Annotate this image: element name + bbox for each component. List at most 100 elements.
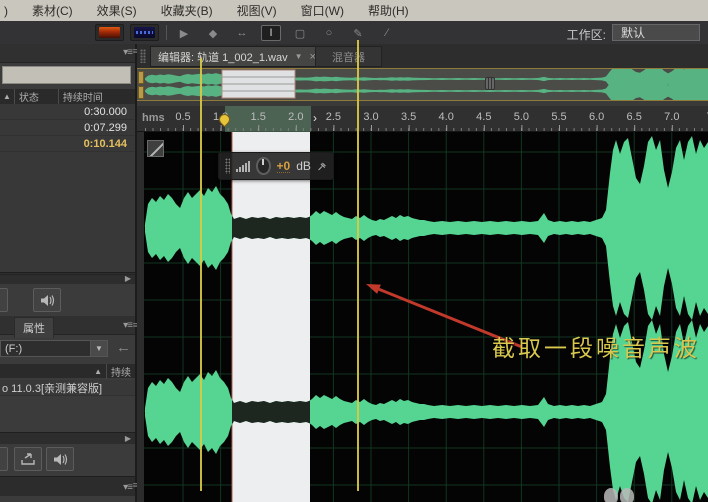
open-folder-icon xyxy=(20,452,36,466)
reveal-file-button[interactable] xyxy=(14,447,42,471)
channel-toggle-button[interactable] xyxy=(147,140,164,157)
properties-list-header: ▲ 持续 xyxy=(0,364,135,378)
ruler-unit: hms xyxy=(142,112,165,124)
gain-value[interactable]: +0 xyxy=(277,160,291,173)
menu-item[interactable]: ) xyxy=(4,4,8,18)
overview-waveform xyxy=(137,69,708,100)
menu-bar: ) 素材(C) 效果(S) 收藏夹(B) 视图(V) 窗口(W) 帮助(H) xyxy=(0,0,708,21)
waveform-view-button[interactable] xyxy=(95,24,124,41)
menu-item[interactable]: 窗口(W) xyxy=(301,2,344,19)
ruler-label: 3.0 xyxy=(363,111,378,123)
annotation-line xyxy=(357,40,359,491)
healing-brush-tool[interactable]: ⁄ xyxy=(377,25,397,41)
files-panel-header: ▾≡ xyxy=(0,44,135,63)
time-stretch-tool[interactable]: ↔ xyxy=(232,25,252,41)
clipped-button[interactable] xyxy=(0,288,8,312)
menu-item[interactable]: 效果(S) xyxy=(97,2,137,19)
menu-item[interactable]: 收藏夹(B) xyxy=(161,2,213,19)
ruler-label: 2.0 xyxy=(288,111,303,123)
column-status[interactable]: 状态 xyxy=(14,89,58,104)
spectral-view-button[interactable] xyxy=(130,24,159,41)
panel-grip-icon[interactable] xyxy=(140,49,146,63)
slip-tool[interactable]: ◆ xyxy=(203,25,223,41)
lasso-selection-tool[interactable]: ○ xyxy=(319,25,339,41)
ruler-label: 4.5 xyxy=(476,111,491,123)
hud-grip-icon[interactable] xyxy=(225,158,230,174)
ruler-label: 6.5 xyxy=(627,111,642,123)
watermark-blob xyxy=(604,488,618,502)
spectral-view-icon xyxy=(134,27,155,38)
gain-hud[interactable]: +0 dB xyxy=(218,152,334,180)
waveform-overview[interactable] xyxy=(137,68,708,101)
chevron-down-icon[interactable]: ▼ xyxy=(295,52,303,61)
tab-editor-label: 编辑器: 轨道 1_002_1.wav xyxy=(158,49,288,65)
pin-icon[interactable] xyxy=(317,160,327,173)
file-row[interactable]: 0:10.144 xyxy=(0,136,135,152)
file-filter-input[interactable] xyxy=(2,66,131,84)
move-tool[interactable]: ▶ xyxy=(174,25,194,41)
ruler-label: 5.5 xyxy=(551,111,566,123)
toolbar: ▶ ◆ ↔ I ▢ ○ ✎ ⁄ 工作区: 默认 xyxy=(0,21,708,44)
chevron-down-icon[interactable]: ▼ xyxy=(90,341,107,356)
properties-hscrollbar[interactable]: ▶ xyxy=(0,432,135,444)
marquee-selection-tool[interactable]: ▢ xyxy=(290,25,310,41)
toolbar-separator xyxy=(166,25,167,40)
menu-item[interactable]: 视图(V) xyxy=(237,2,277,19)
drive-select[interactable]: (F:) ▼ xyxy=(0,340,108,357)
preview-play-button[interactable] xyxy=(46,447,74,471)
files-list-empty xyxy=(0,152,135,272)
clipped-button[interactable] xyxy=(0,447,8,471)
watermark-blob xyxy=(620,488,634,502)
divider xyxy=(0,274,135,275)
tab-mixer[interactable]: 混音器 xyxy=(315,46,382,67)
time-selection-tool[interactable]: I xyxy=(261,25,281,41)
panel-menu-icon[interactable]: ▾≡ xyxy=(123,482,132,493)
overview-drag-handle[interactable] xyxy=(485,77,495,90)
file-row[interactable]: 0:30.000 xyxy=(0,104,135,120)
ruler-label: 4.0 xyxy=(439,111,454,123)
column-duration[interactable]: 持续 xyxy=(106,364,131,379)
annotation-line xyxy=(200,58,202,491)
waveform-display xyxy=(137,132,708,502)
gain-unit: dB xyxy=(296,159,311,173)
speaker-icon xyxy=(40,294,55,307)
scroll-right-icon[interactable]: ▶ xyxy=(125,434,131,443)
paintbrush-tool[interactable]: ✎ xyxy=(348,25,368,41)
gain-knob[interactable] xyxy=(256,157,271,175)
panel-menu-icon[interactable]: ▾≡ xyxy=(123,320,132,331)
tab-properties[interactable]: 属性 xyxy=(14,317,54,338)
scroll-right-icon[interactable]: ▶ xyxy=(125,274,131,283)
ruler-ticks xyxy=(137,125,708,131)
waveform-editor[interactable] xyxy=(137,132,708,502)
properties-panel-header: 属性 ▾≡ xyxy=(0,316,135,335)
time-ruler[interactable]: hms 0.51.01.52.02.53.03.54.04.55.05.56.0… xyxy=(137,106,708,132)
file-row[interactable]: 0:07.299 xyxy=(0,120,135,136)
menu-item[interactable]: 素材(C) xyxy=(32,2,73,19)
panel-menu-icon[interactable]: ▾≡ xyxy=(123,47,132,58)
preview-play-button[interactable] xyxy=(33,288,61,312)
ruler-label: 3.5 xyxy=(401,111,416,123)
ruler-label: 2.5 xyxy=(326,111,341,123)
ruler-label: 7.0 xyxy=(664,111,679,123)
ruler-label: 5.0 xyxy=(514,111,529,123)
tab-editor[interactable]: 编辑器: 轨道 1_002_1.wav ▼ × xyxy=(150,46,324,67)
ruler-label: 0.5 xyxy=(175,111,190,123)
tab-mixer-label: 混音器 xyxy=(332,49,365,65)
editor-tab-bar: 编辑器: 轨道 1_002_1.wav ▼ × 混音器 xyxy=(137,44,708,68)
level-bars-icon xyxy=(236,160,250,172)
workspace-label: 工作区: xyxy=(567,26,606,43)
column-duration[interactable]: 持续时间 xyxy=(58,89,135,104)
list-item[interactable]: o 11.0.3[亲测兼容版] xyxy=(0,380,135,396)
back-arrow-icon[interactable]: ← xyxy=(116,339,131,356)
speaker-icon xyxy=(53,453,68,466)
audition-window: ) 素材(C) 效果(S) 收藏夹(B) 视图(V) 窗口(W) 帮助(H) ▶ ◆ ↔ I ▢ ○ ✎… xyxy=(0,0,708,502)
ruler-label: 6.0 xyxy=(589,111,604,123)
menu-item[interactable]: 帮助(H) xyxy=(368,2,409,19)
waveform-view-icon xyxy=(99,27,120,38)
sort-asc-icon[interactable]: ▲ xyxy=(94,367,102,376)
workspace-select[interactable]: 默认 xyxy=(612,24,700,41)
files-list-header: ▲ 状态 持续时间 xyxy=(0,89,135,104)
ruler-label: 1.5 xyxy=(251,111,266,123)
annotation-text: 截取一段噪音声波 xyxy=(492,329,700,363)
sort-asc-icon[interactable]: ▲ xyxy=(0,92,14,101)
